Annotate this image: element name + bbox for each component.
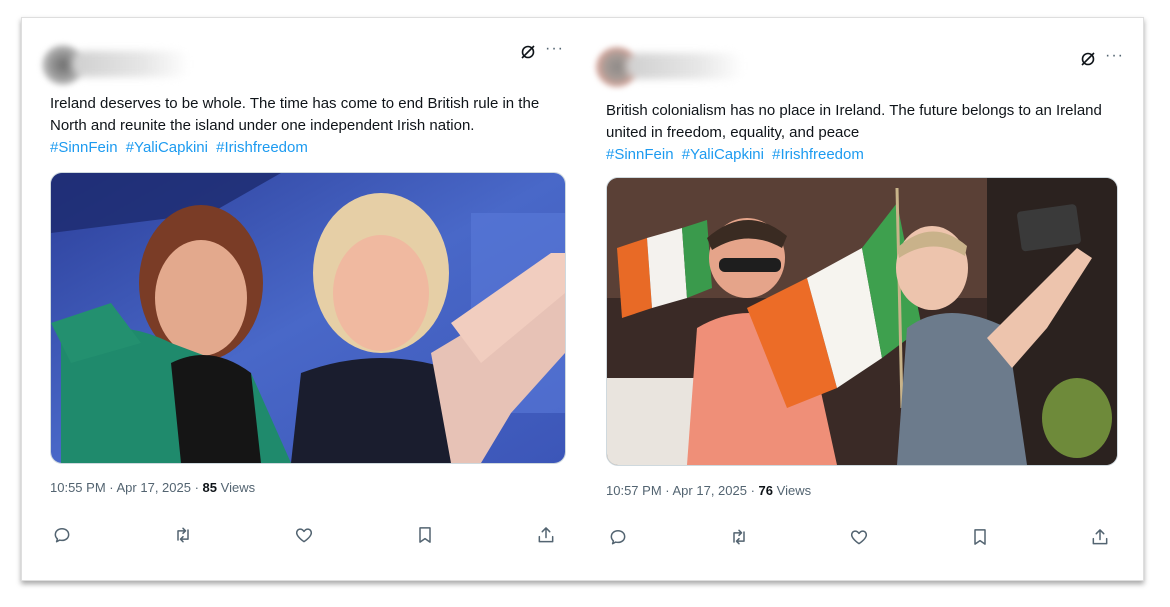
separator: · [194, 480, 203, 495]
tweet-text: Ireland deserves to be whole. The time h… [50, 93, 550, 159]
like-icon[interactable] [841, 522, 877, 552]
separator: · [665, 483, 673, 498]
more-icon[interactable]: ··· [545, 41, 564, 57]
blurred-username [72, 51, 190, 77]
hashtag-link[interactable]: #YaliCapkini [126, 139, 208, 156]
tweet-card[interactable]: ··· Ireland deserves to be whole. The ti… [22, 18, 566, 578]
hashtag-list: #SinnFein #YaliCapkini #Irishfreedom [606, 144, 1106, 166]
retweet-icon[interactable] [721, 522, 757, 552]
separator: · [750, 483, 759, 498]
reply-icon[interactable] [600, 522, 636, 552]
hashtag-link[interactable]: #YaliCapkini [682, 146, 764, 163]
retweet-icon[interactable] [165, 520, 201, 550]
tweet-meta: 10:55 PM · Apr 17, 2025 · 85 Views [50, 480, 255, 495]
tweet-image[interactable] [50, 172, 566, 464]
tweet-text: British colonialism has no place in Irel… [606, 100, 1106, 166]
tweet-body: Ireland deserves to be whole. The time h… [50, 95, 540, 134]
tweet-meta: 10:57 PM · Apr 17, 2025 · 76 Views [606, 483, 811, 498]
hashtag-link[interactable]: #SinnFein [50, 139, 118, 156]
photo-two-women [51, 173, 565, 463]
bookmark-icon[interactable] [962, 522, 998, 552]
bookmark-icon[interactable] [407, 520, 443, 550]
tweet-action-bar [44, 520, 564, 550]
share-icon[interactable] [1082, 522, 1118, 552]
tweet-image[interactable] [606, 177, 1118, 466]
tweet-top-actions: ··· [520, 41, 564, 60]
tweet-time[interactable]: 10:55 PM [50, 480, 106, 495]
tweet-top-actions: ··· [1080, 48, 1124, 67]
blurred-author-header [596, 45, 746, 89]
tweet-card[interactable]: ··· British colonialism has no place in … [578, 18, 1123, 578]
more-icon[interactable]: ··· [1105, 48, 1124, 64]
hashtag-link[interactable]: #Irishfreedom [216, 139, 308, 156]
separator: · [109, 480, 117, 495]
tweet-action-bar [600, 522, 1118, 552]
grok-icon[interactable] [1080, 51, 1096, 67]
tweet-date[interactable]: Apr 17, 2025 [117, 480, 191, 495]
screenshot-frame: ··· Ireland deserves to be whole. The ti… [21, 17, 1144, 581]
blurred-username [626, 53, 744, 79]
views-count: 76 [758, 483, 774, 498]
views-label: Views [220, 480, 256, 495]
tweet-body: British colonialism has no place in Irel… [606, 102, 1102, 141]
views-count: 85 [202, 480, 218, 495]
photo-children-with-flags [607, 178, 1117, 465]
tweet-date[interactable]: Apr 17, 2025 [673, 483, 747, 498]
grok-icon[interactable] [520, 44, 536, 60]
tweet-time[interactable]: 10:57 PM [606, 483, 662, 498]
reply-icon[interactable] [44, 520, 80, 550]
share-icon[interactable] [528, 520, 564, 550]
like-icon[interactable] [286, 520, 322, 550]
hashtag-link[interactable]: #SinnFein [606, 146, 674, 163]
hashtag-list: #SinnFein #YaliCapkini #Irishfreedom [50, 137, 550, 159]
views-label: Views [776, 483, 812, 498]
blurred-author-header [42, 43, 192, 87]
hashtag-link[interactable]: #Irishfreedom [772, 146, 864, 163]
